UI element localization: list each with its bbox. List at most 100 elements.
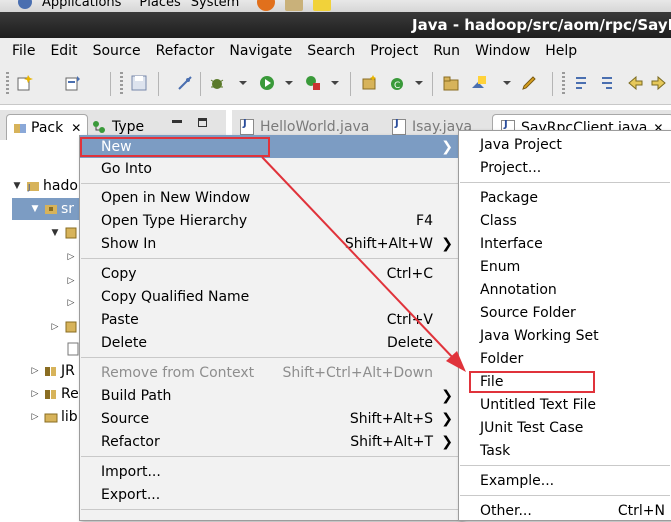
system-menu[interactable]: System <box>191 0 239 10</box>
run-icon[interactable] <box>258 74 276 92</box>
menu-help[interactable]: Help <box>539 43 583 59</box>
collapse-icon[interactable]: ▷ <box>66 298 76 308</box>
menu-item-open-new-window[interactable]: Open in New Window <box>80 186 461 209</box>
submenu-item-class[interactable]: Class <box>459 209 671 232</box>
tree-class-3[interactable]: ▷ <box>66 292 80 314</box>
gnome-foot-icon[interactable] <box>18 0 32 9</box>
submenu-item-untitled-text-file[interactable]: Untitled Text File <box>459 393 671 416</box>
tab-package-label: Pack <box>31 120 64 136</box>
run-dropdown-icon[interactable] <box>280 74 298 92</box>
toggle-breakpoint-icon[interactable] <box>176 74 194 92</box>
toolbar-grip[interactable] <box>6 72 9 96</box>
submenu-item-project[interactable]: Project... <box>459 156 671 179</box>
submenu-item-java-working-set[interactable]: Java Working Set <box>459 324 671 347</box>
submenu-item-package[interactable]: Package <box>459 186 671 209</box>
tree-project-hadoop[interactable]: ▼ J hado <box>12 175 78 197</box>
menu-separator <box>81 357 460 358</box>
menu-project[interactable]: Project <box>364 43 424 59</box>
debug-dropdown-icon[interactable] <box>234 74 252 92</box>
menu-item-build-path[interactable]: Build Path ❯ <box>80 384 461 407</box>
menu-navigate[interactable]: Navigate <box>223 43 298 59</box>
submenu-item-source-folder[interactable]: Source Folder <box>459 301 671 324</box>
debug-icon[interactable] <box>208 74 226 92</box>
menu-item-copy-qualified-name[interactable]: Copy Qualified Name <box>80 285 461 308</box>
menu-item-open-type-hierarchy[interactable]: Open Type Hierarchy F4 <box>80 209 461 232</box>
maximize-view-icon[interactable] <box>198 118 207 127</box>
menu-window[interactable]: Window <box>469 43 536 59</box>
menu-item-delete[interactable]: Delete Delete <box>80 331 461 354</box>
tree-src-folder[interactable]: ▼ sr <box>12 198 80 220</box>
new-icon[interactable] <box>16 74 34 92</box>
back-icon[interactable] <box>626 74 644 92</box>
java-file-icon <box>392 118 406 135</box>
tree-class-1[interactable]: ▷ <box>66 246 80 268</box>
submenu-item-junit-test-case[interactable]: JUnit Test Case <box>459 416 671 439</box>
collapse-icon[interactable]: ▷ <box>50 322 60 332</box>
submenu-item-folder[interactable]: Folder <box>459 347 671 370</box>
forward-icon[interactable] <box>650 74 668 92</box>
prev-annotation-icon[interactable] <box>598 74 616 92</box>
external-dropdown-icon[interactable] <box>326 74 344 92</box>
menu-item-refactor[interactable]: Refactor Shift+Alt+T ❯ <box>80 430 461 453</box>
submenu-item-example[interactable]: Example... <box>459 469 671 492</box>
search-icon[interactable] <box>470 74 488 92</box>
next-annotation-icon[interactable] <box>572 74 590 92</box>
tab-package-explorer[interactable]: Pack ✕ <box>6 114 88 141</box>
menu-item-remove-from-context[interactable]: Remove from Context Shift+Ctrl+Alt+Down <box>80 361 461 384</box>
submenu-item-java-project[interactable]: Java Project <box>459 133 671 156</box>
tree-package-2[interactable]: ▷ <box>50 316 81 338</box>
menu-run[interactable]: Run <box>427 43 466 59</box>
search-dropdown-icon[interactable] <box>498 74 516 92</box>
minimize-view-icon[interactable] <box>172 120 182 123</box>
close-icon[interactable]: ✕ <box>71 121 81 135</box>
menu-item-source[interactable]: Source Shift+Alt+S ❯ <box>80 407 461 430</box>
open-type-hierarchy-icon[interactable] <box>442 74 460 92</box>
main-toolbar: C <box>0 64 671 105</box>
places-menu[interactable]: Places <box>139 0 180 10</box>
tree-referenced-libraries[interactable]: ▷ Re <box>30 383 79 405</box>
tree-package[interactable]: ▼ <box>50 222 81 244</box>
collapse-icon[interactable]: ▷ <box>66 252 76 262</box>
mail-icon[interactable] <box>285 0 304 11</box>
run-external-icon[interactable] <box>304 74 322 92</box>
menu-source[interactable]: Source <box>87 43 147 59</box>
menu-edit[interactable]: Edit <box>44 43 83 59</box>
pen-icon[interactable] <box>520 74 538 92</box>
expand-icon[interactable]: ▼ <box>50 228 60 238</box>
submenu-arrow-icon: ❯ <box>441 387 453 404</box>
menu-item-copy[interactable]: Copy Ctrl+C <box>80 262 461 285</box>
submenu-item-interface[interactable]: Interface <box>459 232 671 255</box>
collapse-icon[interactable]: ▷ <box>66 276 76 286</box>
notes-icon[interactable] <box>313 0 332 11</box>
firefox-icon[interactable] <box>257 0 276 11</box>
menu-item-paste[interactable]: Paste Ctrl+V <box>80 308 461 331</box>
applications-menu[interactable]: Applications <box>42 0 121 10</box>
class-dropdown-icon[interactable] <box>410 74 428 92</box>
menu-item-show-in[interactable]: Show In Shift+Alt+W ❯ <box>80 232 461 255</box>
submenu-item-annotation[interactable]: Annotation <box>459 278 671 301</box>
submenu-item-task[interactable]: Task <box>459 439 671 462</box>
menu-search[interactable]: Search <box>301 43 361 59</box>
expand-icon[interactable]: ▼ <box>30 204 40 214</box>
tree-jre-library[interactable]: ▷ JR <box>30 360 75 382</box>
new-class-icon[interactable]: C <box>388 74 406 92</box>
menu-separator <box>460 465 670 466</box>
menu-file[interactable]: File <box>0 43 41 59</box>
menu-item-export[interactable]: Export... <box>80 483 461 506</box>
collapse-icon[interactable]: ▷ <box>30 366 40 376</box>
tree-class-2[interactable]: ▷ <box>66 270 80 292</box>
collapse-icon[interactable]: ▷ <box>30 389 40 399</box>
collapse-icon[interactable]: ▷ <box>30 412 40 422</box>
menu-refactor[interactable]: Refactor <box>150 43 221 59</box>
window-titlebar[interactable]: Java - hadoop/src/aom/rpc/SayRpc <box>0 12 671 38</box>
new-java-project-icon[interactable] <box>360 74 378 92</box>
save-icon[interactable] <box>130 74 148 92</box>
expand-icon[interactable]: ▼ <box>12 181 22 191</box>
tree-label: sr <box>61 201 75 217</box>
menu-item-go-into[interactable]: Go Into <box>80 157 461 180</box>
package-tree: ▼ J hado ▼ sr ▼ ▷ ▷ ▷ ▷ ▷ JR ▷ Re ▷ lib <box>0 140 80 519</box>
tree-lib-folder[interactable]: ▷ lib <box>30 406 78 428</box>
menu-item-import[interactable]: Import... <box>80 460 461 483</box>
submenu-item-enum[interactable]: Enum <box>459 255 671 278</box>
open-type-icon[interactable] <box>64 74 82 92</box>
